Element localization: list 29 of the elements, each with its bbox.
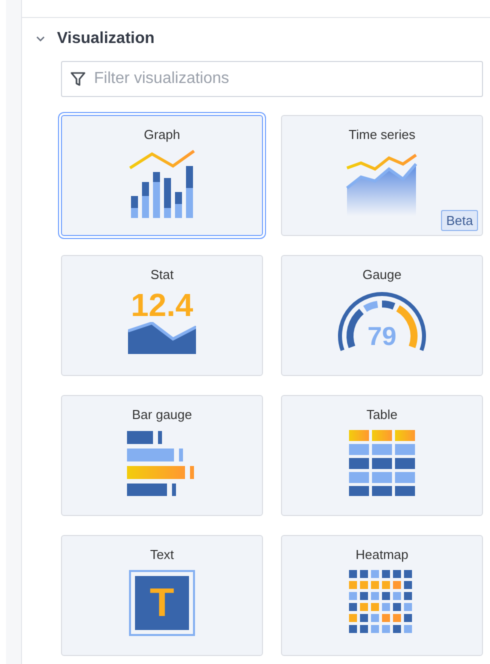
section-header[interactable]: Visualization bbox=[22, 18, 490, 48]
visualization-card[interactable]: Text T bbox=[61, 535, 263, 656]
area-chart-icon bbox=[128, 322, 196, 354]
card-title: Time series bbox=[348, 127, 416, 142]
visualization-card[interactable]: Graph bbox=[61, 115, 263, 236]
visualization-card[interactable]: Time series Beta bbox=[281, 115, 483, 236]
stat-value: 12.4 bbox=[130, 290, 194, 320]
heatmap-grid-icon bbox=[349, 570, 415, 636]
chevron-icon bbox=[36, 36, 45, 42]
filter-icon bbox=[70, 71, 86, 87]
visualization-card[interactable]: Stat 12.4 bbox=[61, 255, 263, 376]
visualization-card[interactable]: Gauge 79 bbox=[281, 255, 483, 376]
card-title: Gauge bbox=[362, 267, 402, 282]
card-title: Graph bbox=[144, 127, 180, 142]
gauge-value: 79 bbox=[366, 321, 398, 352]
visualization-card[interactable]: Heatmap bbox=[281, 535, 483, 656]
table-grid-icon bbox=[349, 430, 415, 496]
visualization-card[interactable]: Table bbox=[281, 395, 483, 516]
bar-line-chart-icon bbox=[129, 150, 195, 218]
visualization-card[interactable]: Bar gauge bbox=[61, 395, 263, 516]
card-title: Bar gauge bbox=[132, 407, 192, 422]
card-title: Text bbox=[150, 547, 174, 562]
card-title: Heatmap bbox=[356, 547, 408, 562]
text-letter: T bbox=[150, 580, 174, 626]
horizontal-bars-icon bbox=[127, 430, 197, 496]
card-title: Table bbox=[366, 407, 398, 422]
filter-field[interactable]: Filter visualizations bbox=[61, 61, 483, 97]
card-title: Stat bbox=[150, 267, 174, 282]
beta-badge: Beta bbox=[441, 210, 478, 231]
